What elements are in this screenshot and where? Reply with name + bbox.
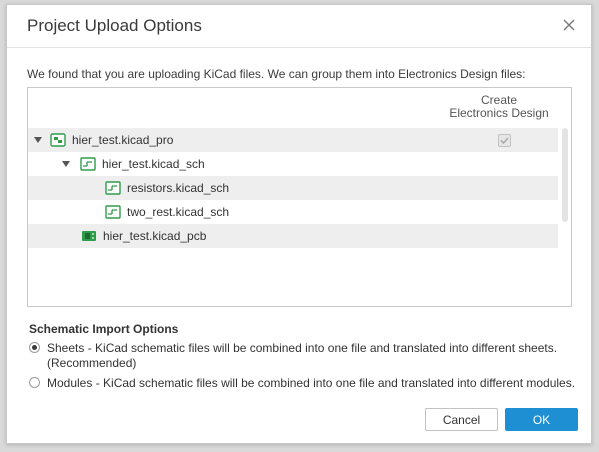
tree-label: hier_test.kicad_pro <box>72 133 174 147</box>
close-icon[interactable] <box>559 15 579 35</box>
modules-option-text: Modules - KiCad schematic files will be … <box>47 376 576 390</box>
ok-button[interactable]: OK <box>505 408 578 431</box>
tree-row-project[interactable]: hier_test.kicad_pro <box>28 128 558 152</box>
schematic-icon <box>80 157 96 171</box>
intro-text: We found that you are uploading KiCad fi… <box>27 67 526 81</box>
schematic-icon <box>105 181 121 195</box>
project-upload-dialog: Project Upload Options We found that you… <box>6 4 592 444</box>
title-divider <box>7 47 591 48</box>
cancel-button[interactable]: Cancel <box>425 408 498 431</box>
pcb-icon <box>82 231 96 241</box>
tree-label: hier_test.kicad_sch <box>102 157 205 171</box>
sheets-radio[interactable] <box>29 342 40 353</box>
column-header-create-design: Create Electronics Design <box>449 93 549 120</box>
sheets-option-text: Sheets - KiCad schematic files will be c… <box>47 341 558 370</box>
expand-arrow-icon[interactable] <box>62 161 70 167</box>
tree-label: resistors.kicad_sch <box>127 181 230 195</box>
expand-arrow-icon[interactable] <box>34 137 42 143</box>
file-tree: Create Electronics Design hier_test.kica… <box>27 87 572 307</box>
tree-scrollbar[interactable] <box>562 128 568 222</box>
tree-label: hier_test.kicad_pcb <box>103 229 207 243</box>
schematic-import-options-label: Schematic Import Options <box>29 322 179 336</box>
tree-row-schematic[interactable]: resistors.kicad_sch <box>28 176 558 200</box>
modules-radio[interactable] <box>29 377 40 388</box>
create-design-checkbox[interactable] <box>498 134 511 147</box>
tree-row-schematic[interactable]: two_rest.kicad_sch <box>28 200 558 224</box>
project-icon <box>50 133 66 147</box>
dialog-title: Project Upload Options <box>27 16 202 35</box>
tree-label: two_rest.kicad_sch <box>127 205 230 219</box>
tree-row-pcb[interactable]: hier_test.kicad_pcb <box>28 224 558 248</box>
schematic-icon <box>105 205 121 219</box>
tree-row-schematic[interactable]: hier_test.kicad_sch <box>28 152 558 176</box>
